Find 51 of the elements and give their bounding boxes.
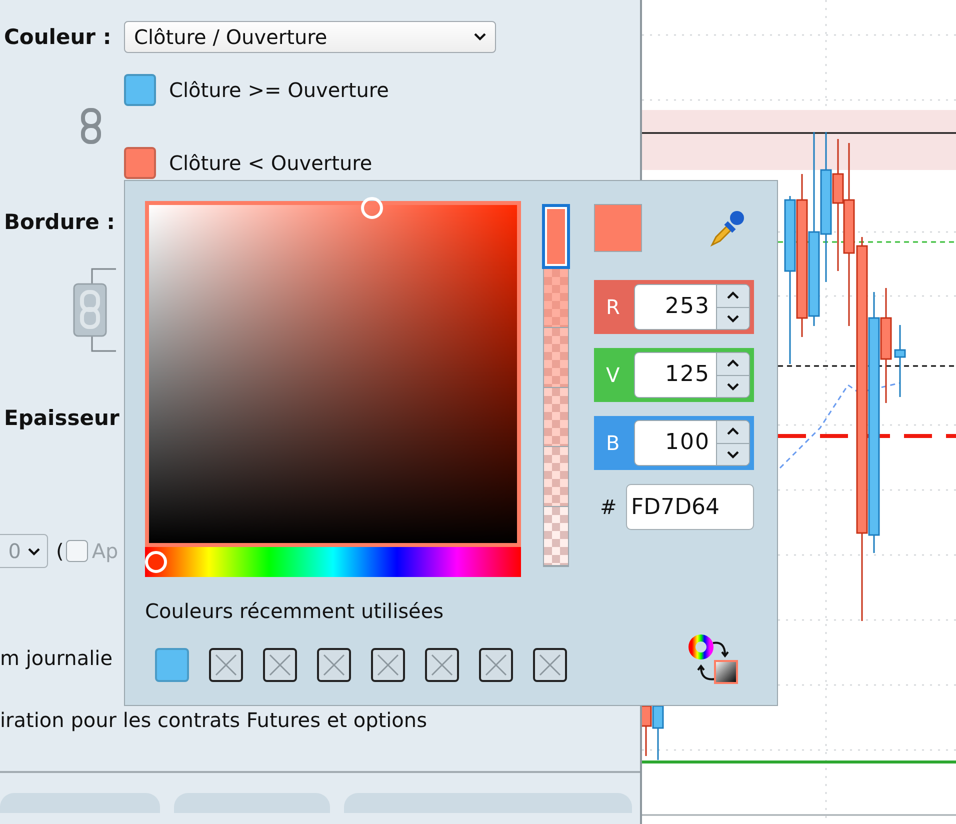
opacity-cell[interactable] (542, 204, 570, 268)
opacity-cell[interactable] (544, 447, 568, 506)
hex-label: # (599, 495, 618, 519)
recent-swatch[interactable] (155, 648, 189, 682)
color-swatch[interactable] (124, 146, 156, 178)
chevron-up-icon (726, 291, 740, 300)
opacity-cell[interactable] (544, 268, 568, 328)
channel-label: R (606, 295, 621, 319)
color-mode-dropdown[interactable]: Clôture / Ouverture (124, 20, 496, 52)
color-preview (594, 204, 642, 252)
hue-slider[interactable] (145, 547, 521, 577)
empty-swatch[interactable] (479, 648, 513, 682)
chevron-up-icon (726, 427, 740, 436)
chevron-down-icon (27, 546, 41, 556)
channel-label: V (606, 363, 621, 387)
empty-swatch[interactable] (263, 648, 297, 682)
chevron-up-icon (726, 359, 740, 368)
empty-swatch[interactable] (533, 648, 567, 682)
color-wheel-icon[interactable] (687, 633, 741, 687)
option-text: m journalie (0, 646, 113, 670)
hex-input[interactable]: FD7D64 (626, 484, 754, 530)
field-label: Couleur : (4, 24, 112, 48)
chain-link-icon[interactable] (80, 108, 102, 144)
option-text: iration pour les contrats Futures et options (0, 708, 428, 732)
checkbox[interactable] (66, 540, 88, 562)
color-swatch[interactable] (124, 74, 156, 106)
recent-colors-title: Couleurs récemment utilisées (145, 599, 444, 623)
field-label: Bordure : (4, 210, 116, 234)
swatch-label: Clôture >= Ouverture (169, 78, 389, 102)
chevron-down-icon (726, 450, 740, 459)
channel-label: B (606, 431, 621, 455)
swatch-label: Clôture < Ouverture (169, 150, 372, 174)
candlestick (894, 325, 906, 397)
empty-swatch[interactable] (425, 648, 459, 682)
empty-swatch[interactable] (317, 648, 351, 682)
color-thumb[interactable] (360, 196, 383, 219)
opacity-cell[interactable] (544, 328, 568, 388)
number-spinner[interactable]: 100 (634, 420, 750, 466)
chevron-down-icon (473, 32, 487, 41)
opacity-cell[interactable] (544, 388, 568, 447)
empty-swatch[interactable] (371, 648, 405, 682)
opacity-cell[interactable] (544, 506, 568, 566)
number-spinner[interactable]: 125 (634, 352, 750, 398)
number-spinner[interactable]: 253 (634, 284, 750, 330)
empty-swatch[interactable] (209, 648, 243, 682)
chevron-down-icon (726, 382, 740, 391)
field-label: Epaisseur (4, 406, 120, 430)
parenthesis-text: ( (56, 539, 64, 563)
hue-thumb[interactable] (145, 551, 168, 573)
checkbox-label: Ap (92, 539, 118, 563)
chevron-down-icon (726, 314, 740, 323)
